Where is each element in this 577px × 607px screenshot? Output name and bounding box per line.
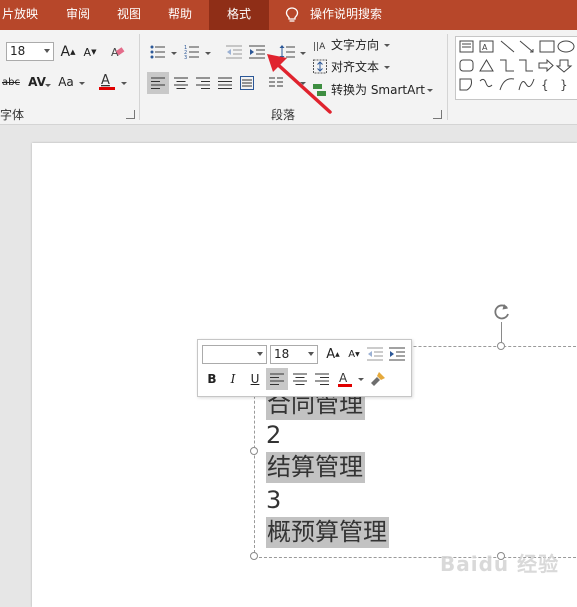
strikethrough-button[interactable]: abc [0, 72, 22, 92]
mini-bold-button[interactable]: B [203, 369, 221, 389]
svg-text:A: A [482, 43, 488, 52]
align-right-icon [315, 373, 329, 385]
svg-text:}: } [560, 78, 568, 92]
mini-toolbar: 18 A ▲ A ▼ B I U A [197, 339, 412, 397]
font-dialog-launcher[interactable] [126, 110, 135, 119]
chevron-down-icon [427, 89, 433, 92]
bullets-button[interactable] [147, 42, 169, 62]
font-color-button[interactable]: A [97, 70, 117, 92]
mini-font-size-value: 18 [274, 347, 290, 361]
chevron-down-icon [171, 52, 177, 55]
chevron-down-icon [121, 82, 127, 85]
justify-icon [218, 77, 232, 89]
chevron-down-icon [205, 52, 211, 55]
decrease-indent-icon [367, 347, 383, 361]
mini-italic-button[interactable]: I [224, 369, 242, 389]
align-left-icon [270, 373, 284, 385]
group-separator [447, 34, 448, 120]
mini-decrease-indent-button[interactable] [365, 344, 385, 364]
align-left-button[interactable] [147, 72, 169, 94]
list-item[interactable]: 概预算管理 [266, 517, 389, 548]
svg-text:A: A [101, 73, 110, 88]
font-group-label: 字体 [0, 108, 25, 122]
mini-format-painter-button[interactable] [368, 368, 388, 390]
shapes-gallery-icons: A { } [459, 40, 575, 92]
mini-font-color-button[interactable]: A [335, 368, 355, 390]
align-right-icon [196, 77, 210, 89]
change-case-button[interactable]: Aa [55, 72, 77, 92]
mini-align-center-button[interactable] [289, 368, 311, 390]
watermark: Baidu 经验 [440, 552, 560, 576]
font-size-value: 18 [10, 44, 26, 58]
svg-text:3: 3 [184, 55, 187, 59]
shapes-gallery[interactable]: A { } [455, 36, 577, 100]
increase-font-size-button[interactable]: A ▲ [58, 42, 78, 62]
increase-indent-icon [389, 347, 405, 361]
list-item[interactable]: 结算管理 [266, 452, 365, 483]
tell-me-search[interactable]: 操作说明搜索 [310, 0, 382, 30]
font-color-icon: A [338, 371, 352, 387]
align-center-icon [293, 373, 307, 385]
chevron-down-icon [44, 49, 50, 53]
font-size-combo[interactable]: 18 [6, 42, 54, 61]
mini-align-right-button[interactable] [311, 368, 333, 390]
tab-slideshow[interactable]: 片放映 [0, 0, 48, 30]
align-center-button[interactable] [170, 72, 192, 94]
chevron-down-icon [45, 84, 51, 87]
chevron-down-icon [79, 82, 85, 85]
svg-text:A: A [339, 371, 348, 385]
annotation-arrow [267, 54, 332, 114]
chevron-down-icon [384, 44, 390, 47]
ribbon-tab-bar: 片放映 审阅 视图 帮助 格式 操作说明搜索 [0, 0, 577, 30]
mini-increase-indent-button[interactable] [387, 344, 407, 364]
group-separator [139, 34, 140, 120]
list-item[interactable]: 3 [266, 485, 281, 516]
paragraph-dialog-launcher[interactable] [433, 110, 442, 119]
lightbulb-icon[interactable] [285, 7, 299, 23]
mini-font-name-combo[interactable] [202, 345, 267, 364]
align-center-icon [174, 77, 188, 89]
mini-underline-button[interactable]: U [246, 369, 264, 389]
tab-review[interactable]: 审阅 [66, 0, 90, 30]
distributed-icon [240, 76, 254, 90]
svg-text:{: { [541, 78, 549, 92]
convert-smartart-button[interactable]: 转换为 SmartArt [331, 80, 425, 100]
decrease-font-size-button[interactable]: A ▼ [80, 42, 100, 62]
chevron-down-icon [257, 352, 263, 356]
tab-format[interactable]: 格式 [209, 0, 269, 30]
mini-font-size-combo[interactable]: 18 [270, 345, 318, 364]
resize-handle-bottom-left[interactable] [250, 552, 258, 560]
clear-formatting-button[interactable]: A [108, 42, 128, 62]
rotate-handle-stem [501, 322, 502, 344]
align-left-icon [151, 77, 165, 89]
resize-handle-left[interactable] [250, 447, 258, 455]
justify-button[interactable] [214, 72, 236, 94]
list-item[interactable]: 2 [266, 420, 281, 451]
numbering-icon: 1 2 3 [184, 45, 199, 59]
tab-view[interactable]: 视图 [117, 0, 141, 30]
align-right-button[interactable] [192, 72, 214, 94]
chevron-down-icon [358, 378, 364, 381]
mini-decrease-font-button[interactable]: A ▼ [344, 344, 364, 364]
decrease-indent-button[interactable] [223, 42, 245, 62]
chevron-down-icon [384, 66, 390, 69]
bullets-icon [150, 45, 165, 59]
numbering-button[interactable]: 1 2 3 [181, 42, 203, 62]
mini-increase-font-button[interactable]: A ▲ [323, 344, 343, 364]
character-spacing-button[interactable]: AV [24, 72, 50, 92]
eraser-icon: A [111, 46, 125, 59]
chevron-down-icon [308, 352, 314, 356]
resize-handle-top[interactable] [497, 342, 505, 350]
tab-help[interactable]: 帮助 [168, 0, 192, 30]
mini-align-left-button[interactable] [266, 368, 288, 390]
paintbrush-icon [371, 372, 385, 386]
decrease-indent-icon [226, 45, 242, 59]
font-color-icon: A [99, 73, 115, 90]
rotate-icon[interactable] [492, 302, 512, 322]
